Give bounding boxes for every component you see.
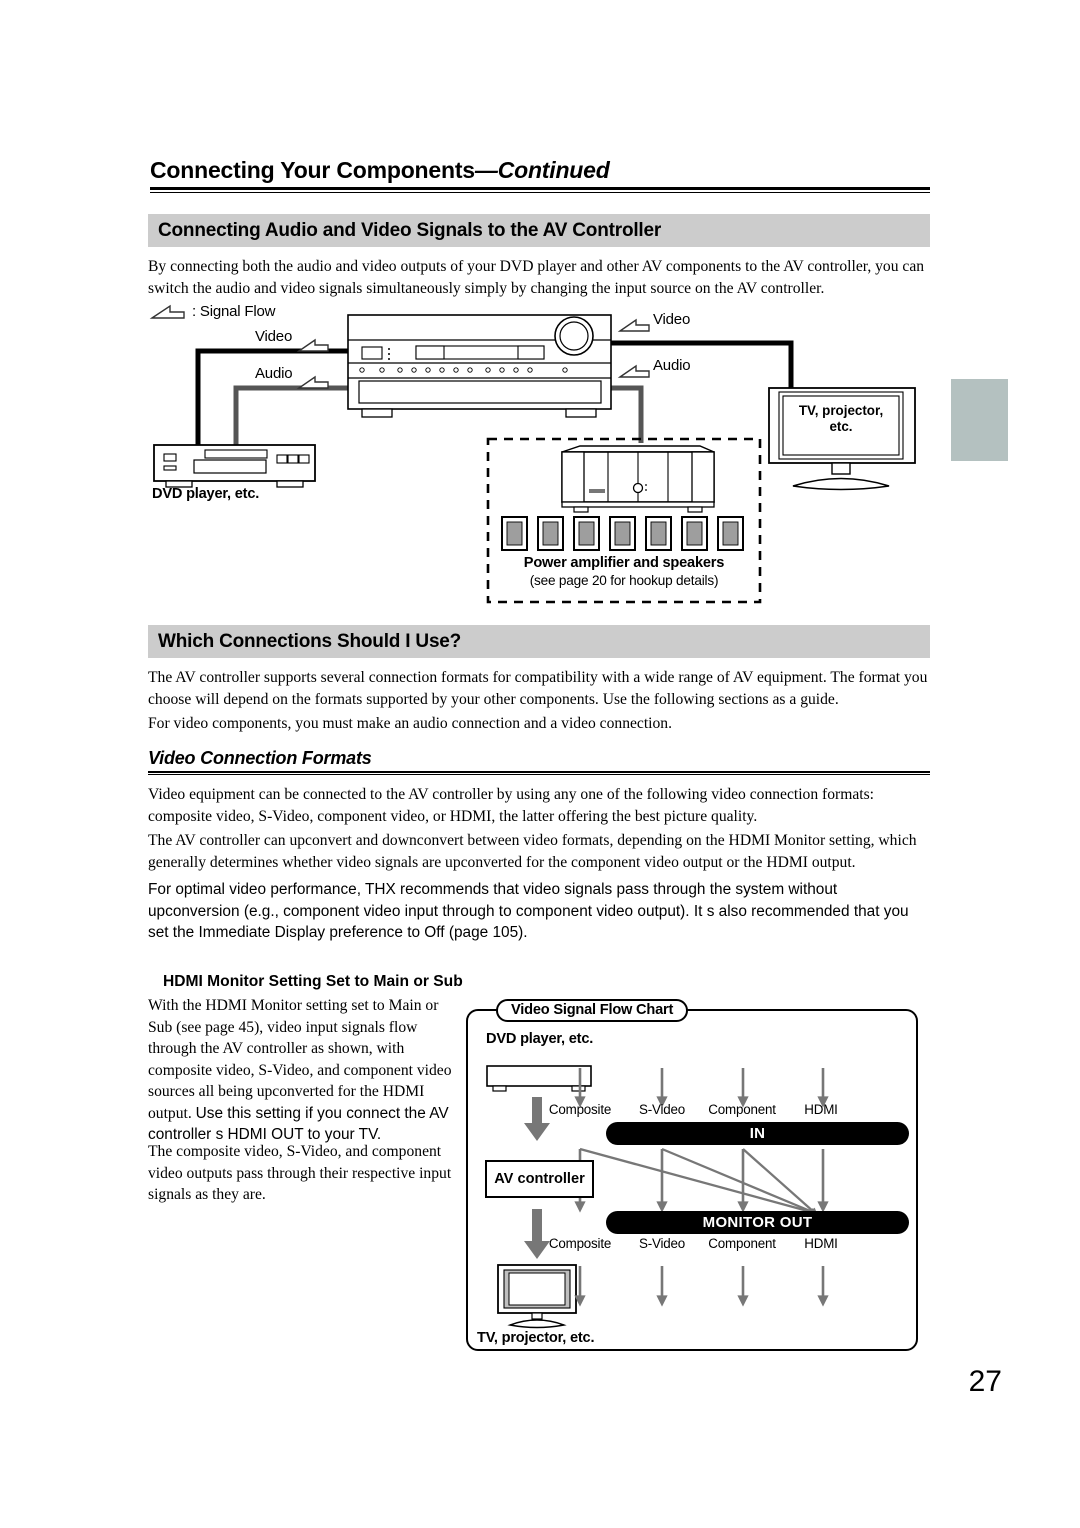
flow-chart-in-port-component: Component <box>708 1102 776 1117</box>
signal-flow-legend-label: : Signal Flow <box>192 303 276 320</box>
flow-chart-title: Video Signal Flow Chart <box>496 999 689 1022</box>
flow-chart-in-port-hdmi: HDMI <box>804 1102 838 1117</box>
flow-source-device <box>486 1065 592 1092</box>
audio-cable-right <box>611 385 644 443</box>
flow-in-arrows <box>574 1068 829 1108</box>
flow-upconvert-arrows <box>579 1147 819 1216</box>
running-head-rule-thin <box>150 192 930 193</box>
flow-chart-source-label: DVD player, etc. <box>486 1031 594 1047</box>
paragraph-which-connections-2: For video components, you must make an a… <box>148 715 672 732</box>
flow-chart-in-bar-label: IN <box>749 1125 766 1142</box>
flow-chart-out-port-component: Component <box>708 1236 776 1251</box>
running-head-text: Connecting Your Components—Continued <box>150 157 930 184</box>
section-heading-connecting-av: Connecting Audio and Video Signals to th… <box>148 214 930 247</box>
power-amp-label: Power amplifier and speakers <box>523 555 725 571</box>
speaker <box>609 516 636 551</box>
flow-chart-out-port-hdmi: HDMI <box>804 1236 838 1251</box>
page-number: 27 <box>968 1365 1002 1398</box>
connection-diagram: : Signal Flow Video Audio Video Audio DV… <box>148 300 938 610</box>
flow-out-arrows <box>574 1266 829 1307</box>
signal-flow-icon-video-left <box>296 338 329 352</box>
speaker <box>573 516 600 551</box>
signal-flow-icon-audio-left <box>296 375 329 389</box>
tv-label-line2: etc. <box>829 419 853 434</box>
video-label-right: Video <box>653 311 691 328</box>
speaker <box>681 516 708 551</box>
subsection-rule-thick <box>148 771 930 773</box>
running-head-title: Connecting Your Components <box>150 157 475 183</box>
running-head-rule-thick <box>150 187 930 190</box>
flow-sink-device <box>497 1264 577 1329</box>
section-heading-which-connections: Which Connections Should I Use? <box>148 625 930 658</box>
flow-chart-sink-label: TV, projector, etc. <box>477 1330 595 1346</box>
flow-chart-out-bar: MONITOR OUT <box>606 1211 909 1234</box>
paragraph-thx-recommendation: For optimal video performance, THX recom… <box>148 881 909 941</box>
dvd-player-label: DVD player, etc. <box>152 486 260 502</box>
paragraph-video-formats-1: Video equipment can be connected to the … <box>148 786 875 825</box>
flow-chart-out-bar-label: MONITOR OUT <box>702 1214 813 1231</box>
power-amplifier-illustration <box>561 445 715 513</box>
section-heading-text: Connecting Audio and Video Signals to th… <box>158 219 662 241</box>
av-receiver-illustration <box>347 314 612 418</box>
power-amp-sublabel: (see page 20 for hookup details) <box>529 573 719 588</box>
signal-flow-icon <box>149 304 185 319</box>
flow-chart-controller-box: AV controller <box>485 1160 594 1198</box>
audio-label-left: Audio <box>255 365 293 382</box>
audio-label-right: Audio <box>653 357 691 374</box>
paragraph-hdmi-serif-part: With the HDMI Monitor setting set to Mai… <box>148 997 452 1122</box>
subsection-rule-thin <box>148 774 930 775</box>
subsection-heading-video-formats: Video Connection Formats <box>148 748 930 775</box>
hdmi-setting-heading: HDMI Monitor Setting Set to Main or Sub <box>163 973 463 990</box>
signal-flow-icon-audio-right <box>617 364 650 378</box>
running-head: Connecting Your Components—Continued <box>150 157 930 193</box>
tv-label-line1: TV, projector, <box>798 403 884 418</box>
speaker <box>717 516 744 551</box>
flow-passthrough-arrows <box>574 1149 829 1213</box>
flow-chart-controller-label: AV controller <box>494 1171 585 1187</box>
paragraph-connecting-av-1: By connecting both the audio and video o… <box>148 258 925 297</box>
paragraph-hdmi-setting-1: With the HDMI Monitor setting set to Mai… <box>148 995 454 1146</box>
subsection-heading-text: Video Connection Formats <box>148 748 372 768</box>
speaker <box>501 516 528 551</box>
signal-flow-icon-video-right <box>617 318 650 332</box>
video-label-left: Video <box>255 328 293 345</box>
dvd-player-illustration <box>153 444 316 488</box>
paragraph-which-connections-1: The AV controller supports several conne… <box>148 669 928 708</box>
thumb-index-tab <box>951 379 1008 461</box>
speaker <box>645 516 672 551</box>
video-cable-right <box>611 340 794 390</box>
running-head-continued: —Continued <box>474 157 610 183</box>
document-page: Connecting Your Components—Continued Con… <box>0 0 1080 1528</box>
speaker-group <box>501 516 744 551</box>
speaker <box>537 516 564 551</box>
flow-arrow-controller-to-sink <box>524 1209 550 1259</box>
flow-chart-in-bar: IN <box>606 1122 909 1145</box>
section-heading-text: Which Connections Should I Use? <box>158 630 462 652</box>
paragraph-video-formats-2: The AV controller can upconvert and down… <box>148 832 917 871</box>
paragraph-hdmi-setting-2: The composite video, S-Video, and compon… <box>148 1143 452 1203</box>
